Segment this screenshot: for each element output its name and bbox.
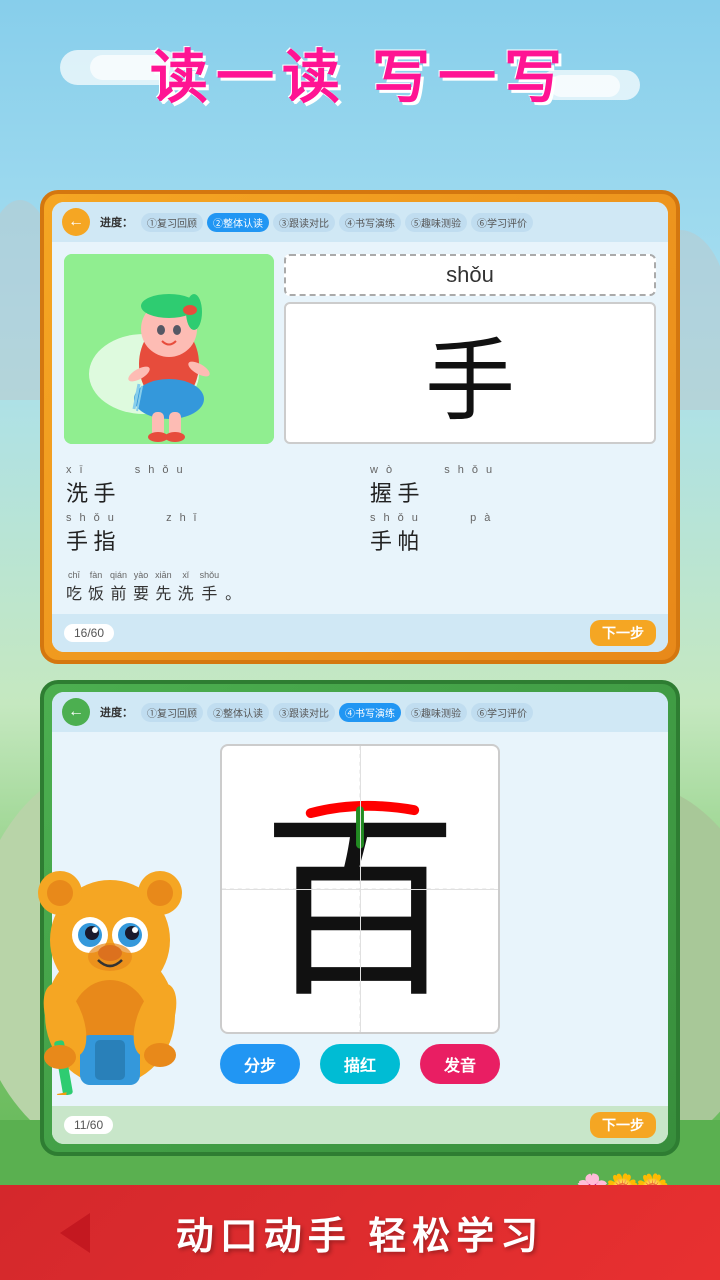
step-button[interactable]: 分步 [220,1044,300,1084]
next-button-top[interactable]: 下一步 [590,620,656,646]
sent-char-fan: fàn 饭 [88,570,104,604]
word-0-chars: 洗 手 [66,476,350,508]
back-button-bottom[interactable]: ← [62,698,90,726]
guide-vertical [360,746,361,1032]
step-b1[interactable]: ①复习回顾 [141,703,203,722]
word-list: xī shǒu 洗 手 wò shǒu 握 手 shǒu zhǐ 手 指 shǒ… [52,456,668,564]
card-top: ← 进度： ①复习回顾 ②整体认读 ③跟读对比 ④书写演练 ⑤趣味测验 ⑥学习评… [40,190,680,664]
char-display-area: shǒu 手 [284,254,656,444]
progress-bar-bottom: ← 进度： ①复习回顾 ②整体认读 ③跟读对比 ④书写演练 ⑤趣味测验 ⑥学习评… [52,692,668,732]
card-top-content: shǒu 手 [52,242,668,456]
word-item-2: shǒu zhǐ 手 指 [66,512,350,556]
step-b5[interactable]: ⑤趣味测验 [405,703,467,722]
word-item-3: shǒu pà 手 帕 [370,512,654,556]
sent-char-chi: chī 吃 [66,570,82,604]
sent-period: 。 [225,580,241,604]
step-b6[interactable]: ⑥学习评价 [471,703,533,722]
bottom-banner: 动口动手 轻松学习 [0,1185,720,1280]
next-button-bottom[interactable]: 下一步 [590,1112,656,1138]
sent-char-xian: xiān 先 [155,570,172,604]
bear-svg [10,845,210,1095]
counter-row-bottom: 11/60 下一步 [52,1106,668,1144]
title-area: 读一读 写一写 [0,30,720,114]
step-b3[interactable]: ③跟读对比 [273,703,335,722]
progress-label-bottom: 进度： [100,704,133,720]
step-6[interactable]: ⑥学习评价 [471,213,533,232]
counter-top: 16/60 [64,624,114,642]
step-2[interactable]: ②整体认读 [207,213,269,232]
word-0-pinyin: xī shǒu [66,464,350,476]
sent-char-shou: shǒu 手 [200,570,220,604]
sound-button[interactable]: 发音 [420,1044,500,1084]
word-2-pinyin: shǒu zhǐ [66,512,350,524]
word-item-0: xī shǒu 洗 手 [66,464,350,508]
progress-label-top: 进度： [100,214,133,230]
word-3-pinyin: shǒu pà [370,512,654,524]
sentence-area: chī 吃 fàn 饭 qián 前 yào 要 xiān 先 [52,564,668,614]
counter-row-top: 16/60 下一步 [52,614,668,652]
sent-char-qian: qián 前 [110,570,127,604]
bear-mascot [10,845,210,1095]
character-image [64,254,274,444]
banner-text: 动口动手 轻松学习 [176,1205,545,1260]
word-item-1: wò shǒu 握 手 [370,464,654,508]
character-box: 手 [284,302,656,444]
step-5[interactable]: ⑤趣味测验 [405,213,467,232]
banner-arrow [60,1213,90,1253]
back-button-top[interactable]: ← [62,208,90,236]
pinyin-box: shǒu [284,254,656,296]
girl-svg [64,254,274,444]
action-buttons: 分步 描红 发音 [210,1034,510,1094]
sent-char-yao: yào 要 [133,570,149,604]
step-b2[interactable]: ②整体认读 [207,703,269,722]
progress-bar-top: ← 进度： ①复习回顾 ②整体认读 ③跟读对比 ④书写演练 ⑤趣味测验 ⑥学习评… [52,202,668,242]
step-3[interactable]: ③跟读对比 [273,213,335,232]
card-top-inner: ← 进度： ①复习回顾 ②整体认读 ③跟读对比 ④书写演练 ⑤趣味测验 ⑥学习评… [52,202,668,652]
big-char-box: 百 [220,744,500,1034]
step-4[interactable]: ④书写演练 [339,213,401,232]
trace-button[interactable]: 描红 [320,1044,400,1084]
counter-bottom: 11/60 [64,1116,113,1134]
word-1-chars: 握 手 [370,476,654,508]
word-1-pinyin: wò shǒu [370,464,654,476]
word-2-chars: 手 指 [66,524,350,556]
step-b4[interactable]: ④书写演练 [339,703,401,722]
sent-char-xi: xǐ 洗 [178,570,194,604]
step-1[interactable]: ①复习回顾 [141,213,203,232]
main-title: 读一读 写一写 [0,30,720,114]
word-3-chars: 手 帕 [370,524,654,556]
